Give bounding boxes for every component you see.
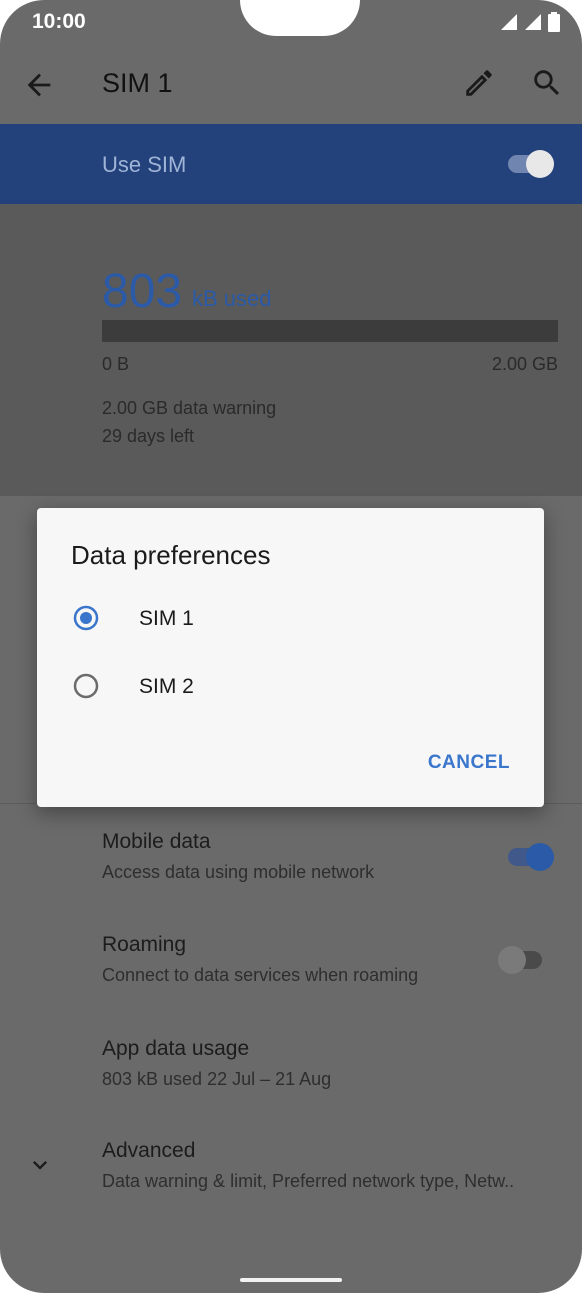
usage-range-max: 2.00 GB [491,354,558,374]
app-bar: SIM 1 [0,46,582,124]
signal-icon [525,14,541,30]
back-arrow-icon[interactable] [22,68,56,102]
setting-title: Mobile data [102,830,211,853]
chevron-down-icon [33,1161,47,1170]
radio-unselected-icon[interactable] [73,673,99,699]
data-usage-summary: 803 kB used 0 B 2.00 GB 2.00 GB data war… [0,204,582,496]
page-title: SIM 1 [102,68,173,98]
use-sim-label: Use SIM [102,152,187,177]
usage-warning: 2.00 GB data warning [102,398,277,418]
setting-app-data-usage[interactable]: App data usage 803 kB used 22 Jul – 21 A… [0,1037,582,1133]
setting-title: Roaming [102,933,187,956]
option-label: SIM 1 [139,607,194,630]
option-sim-2[interactable]: SIM 2 [57,659,527,715]
search-icon[interactable] [530,66,564,100]
option-sim-1[interactable]: SIM 1 [57,591,527,647]
use-sim-toggle-knob [526,150,554,178]
battery-icon [548,12,560,32]
home-indicator[interactable] [240,1278,342,1282]
cancel-button[interactable]: CANCEL [428,752,510,774]
setting-title: App data usage [102,1037,250,1060]
roaming-toggle[interactable] [498,946,542,974]
usage-range-min: 0 B [102,354,130,374]
usage-unit: kB used [192,286,272,311]
usage-amount: 803 [102,265,183,318]
setting-subtitle: Data warning & limit, Preferred network … [102,1171,515,1191]
setting-subtitle: Access data using mobile network [102,862,375,882]
mobile-data-toggle-knob [526,843,554,871]
roaming-toggle-knob [498,946,526,974]
status-bar: 10:00 [0,0,582,46]
setting-subtitle: 803 kB used 22 Jul – 21 Aug [102,1069,332,1089]
setting-roaming[interactable]: Roaming Connect to data services when ro… [0,933,582,1029]
usage-progress-bar [102,320,558,342]
data-preferences-dialog: Data preferences SIM 1 SIM 2 CANCEL [37,508,544,807]
status-icons [500,12,560,32]
mobile-data-toggle[interactable] [508,843,554,871]
edit-pencil-icon[interactable] [462,66,496,100]
setting-subtitle: Connect to data services when roaming [102,965,419,985]
option-label: SIM 2 [139,675,194,698]
radio-selected-icon[interactable] [73,605,99,631]
phone-screen: 10:00 SIM 1 Use SIM 803 kB used 0 B 2.00… [0,0,582,1293]
use-sim-row[interactable]: Use SIM [0,124,582,204]
usage-days-left: 29 days left [102,426,195,446]
use-sim-toggle[interactable] [508,150,554,178]
setting-mobile-data[interactable]: Mobile data Access data using mobile net… [0,830,582,926]
status-time: 10:00 [32,10,86,33]
setting-advanced[interactable]: Advanced Data warning & limit, Preferred… [0,1139,582,1235]
dialog-title: Data preferences [71,540,271,570]
setting-title: Advanced [102,1139,196,1162]
signal-icon [501,14,517,30]
